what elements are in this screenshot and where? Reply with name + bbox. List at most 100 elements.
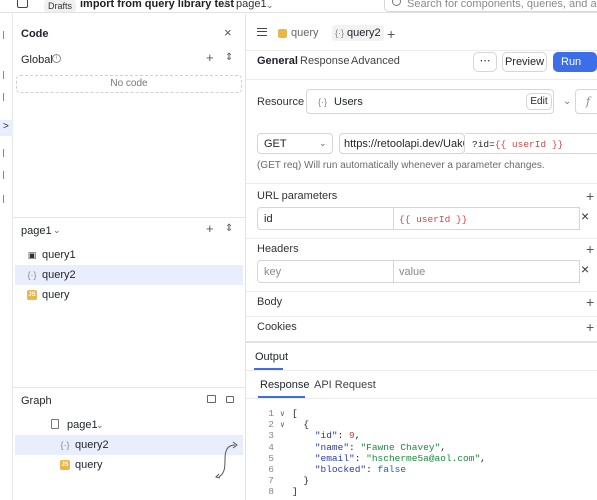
url-value: https://retoolapi.dev/Uak6u xyxy=(344,138,465,150)
app-name[interactable]: import from query library test xyxy=(80,0,234,10)
add-cookie-icon[interactable]: + xyxy=(586,319,594,335)
fold-chevron-icon[interactable]: ∨ xyxy=(280,420,292,430)
code-line: 6 "blocked": false xyxy=(262,464,406,475)
tab-query[interactable]: query xyxy=(278,25,330,41)
url-params-input[interactable]: ?id={{ userId }} xyxy=(465,133,597,154)
method-select[interactable]: GET ⌄ xyxy=(257,133,333,154)
add-body-icon[interactable]: + xyxy=(586,294,594,310)
rail-icon-code-active[interactable]: > xyxy=(0,120,13,136)
code-line: 8] xyxy=(262,486,297,498)
url-suffix-prefix: ?id= xyxy=(472,139,495,150)
panel-resize-handle[interactable] xyxy=(246,341,597,343)
fold-chevron-icon[interactable]: ∨ xyxy=(280,409,292,419)
header-value-input[interactable]: value xyxy=(394,260,580,283)
tab-response[interactable]: Response xyxy=(260,379,310,391)
no-code-placeholder: No code xyxy=(16,75,242,93)
query-list-item[interactable]: {·} query2 xyxy=(15,265,243,285)
rail-icon-history[interactable] xyxy=(3,195,9,203)
tab-query2[interactable]: {·} query2 xyxy=(332,25,384,41)
add-global-icon[interactable]: + xyxy=(206,51,214,64)
chevron-down-icon[interactable]: ⌄ xyxy=(96,420,104,431)
divider xyxy=(246,398,597,399)
query-name: query2 xyxy=(42,269,76,281)
graph-node[interactable]: JS query xyxy=(15,455,243,475)
line-number: 8 xyxy=(268,486,274,498)
breadcrumb-drafts[interactable]: Drafts xyxy=(44,0,77,12)
add-header-icon[interactable]: + xyxy=(586,241,594,257)
rail-icon-tree[interactable] xyxy=(3,71,9,79)
info-icon[interactable]: i xyxy=(52,54,61,63)
search-input[interactable]: Search for components, queries, and acti… xyxy=(384,0,597,12)
close-icon[interactable]: × xyxy=(224,26,232,39)
url-suffix: ?id={{ userId }} xyxy=(472,139,563,150)
code-panel-title: Code xyxy=(21,28,49,40)
query-list-item[interactable]: ▣ query1 xyxy=(15,245,243,265)
json-value: "Fawne Chavey" xyxy=(360,441,441,453)
remove-param-icon[interactable]: × xyxy=(581,208,589,224)
sort-icon[interactable]: ⇕ xyxy=(225,223,233,235)
rail-icon-components[interactable] xyxy=(3,31,9,39)
graph-node[interactable]: {·} query2 xyxy=(15,435,243,455)
edit-resource-button[interactable]: Edit xyxy=(526,93,552,110)
tab-api-request[interactable]: API Request xyxy=(314,379,376,391)
lock-icon[interactable] xyxy=(226,396,234,403)
param-key-input[interactable]: id xyxy=(257,207,394,230)
breadcrumb-separator: / xyxy=(224,0,228,10)
graph-page-node[interactable]: page1 xyxy=(67,419,98,431)
page-icon xyxy=(51,419,59,429)
subtab-advanced[interactable]: Advanced xyxy=(351,55,400,67)
divider xyxy=(246,370,597,371)
search-placeholder: Search for components, queries, and acti… xyxy=(407,0,597,10)
line-number: 6 xyxy=(268,464,274,475)
javascript-icon: JS xyxy=(60,460,70,470)
rail-icon-settings[interactable] xyxy=(3,149,9,157)
sort-icon[interactable]: ⇕ xyxy=(225,52,233,64)
function-icon: f xyxy=(586,95,591,108)
line-number: 3 xyxy=(268,430,274,442)
sidebar-toggle-icon[interactable] xyxy=(17,0,28,8)
query-list-item[interactable]: JS query xyxy=(15,285,243,305)
cookies-label[interactable]: Cookies xyxy=(257,321,297,333)
add-query-icon[interactable]: + xyxy=(206,222,214,235)
method-value: GET xyxy=(264,138,287,150)
graph-node-label: query2 xyxy=(75,439,109,451)
code-line: 2 ∨ { xyxy=(262,419,309,430)
subtab-response[interactable]: Response xyxy=(300,55,350,67)
url-params-label: URL parameters xyxy=(257,190,338,202)
url-input[interactable]: https://retoolapi.dev/Uak6u xyxy=(339,133,465,154)
page-selector[interactable]: page1 xyxy=(236,0,267,10)
page-scope-label[interactable]: page1 xyxy=(21,225,52,237)
menu-icon[interactable] xyxy=(257,28,267,36)
code-panel: Code × Global i + ⇕ No code page1 ⌄ + ⇕ … xyxy=(13,14,246,500)
add-param-icon[interactable]: + xyxy=(586,188,594,204)
rail-icon-state[interactable] xyxy=(3,93,9,101)
body-label[interactable]: Body xyxy=(257,296,282,308)
json-value: false xyxy=(377,464,407,475)
add-tab-icon[interactable]: + xyxy=(387,26,395,42)
function-button[interactable]: f xyxy=(575,89,597,114)
code-text: [ xyxy=(292,408,298,419)
remove-header-icon[interactable]: × xyxy=(581,261,589,277)
more-options-button[interactable]: ⋯ xyxy=(473,52,497,72)
divider xyxy=(246,291,597,292)
headers-label: Headers xyxy=(257,243,299,255)
run-button[interactable]: Run ⌘↵ xyxy=(553,52,597,87)
chevron-down-icon[interactable]: ⌄ xyxy=(266,0,274,11)
url-suffix-template: {{ userId }} xyxy=(494,139,564,150)
subtab-general[interactable]: General xyxy=(257,55,298,67)
query-editor: query {·} query2 + General Response Advan… xyxy=(246,14,597,500)
rail-icon-resources[interactable] xyxy=(3,171,9,179)
curly-brace-icon: {·} xyxy=(318,97,328,107)
preview-button[interactable]: Preview xyxy=(502,52,547,72)
param-value-input[interactable]: {{ userId }} xyxy=(394,207,580,230)
expand-icon[interactable] xyxy=(207,395,216,403)
header-key-input[interactable]: key xyxy=(257,260,394,283)
graph-title: Graph xyxy=(21,395,52,407)
json-key: "blocked" xyxy=(314,464,367,475)
chevron-down-icon[interactable]: ⌄ xyxy=(53,225,61,236)
line-number: 4 xyxy=(268,441,274,453)
param-key: id xyxy=(264,213,273,225)
chevron-down-icon[interactable]: ⌄ xyxy=(563,96,571,107)
divider xyxy=(13,217,246,218)
resource-select[interactable]: {·} Users Edit xyxy=(306,89,554,114)
